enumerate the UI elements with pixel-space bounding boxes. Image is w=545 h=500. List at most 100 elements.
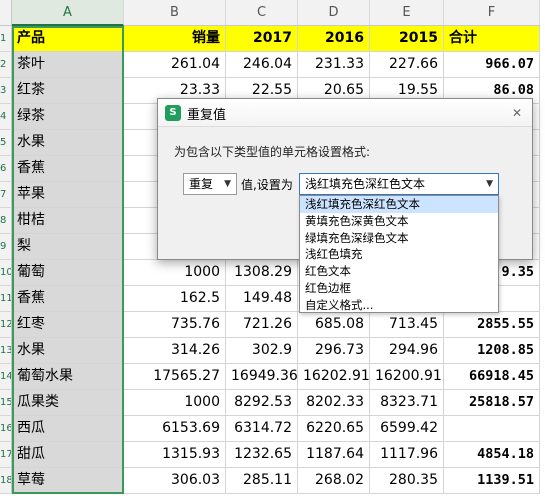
row-header[interactable]: 17 xyxy=(0,442,12,468)
table-cell[interactable]: 721.26 xyxy=(226,312,298,338)
table-cell[interactable]: 1139.51 xyxy=(444,468,540,494)
format-option[interactable]: 自定义格式... xyxy=(300,297,498,314)
table-cell[interactable]: 16949.36 xyxy=(226,364,298,390)
table-cell[interactable]: 2855.55 xyxy=(444,312,540,338)
table-cell[interactable]: 685.08 xyxy=(298,312,370,338)
row-header[interactable]: 4 xyxy=(0,104,12,130)
table-cell[interactable]: 268.02 xyxy=(298,468,370,494)
header-cell[interactable]: 2016 xyxy=(298,26,370,52)
row-header[interactable]: 1 xyxy=(0,26,12,52)
table-cell[interactable]: 水果 xyxy=(12,338,124,364)
table-cell[interactable]: 302.9 xyxy=(226,338,298,364)
row-header[interactable]: 10 xyxy=(0,260,12,286)
table-cell[interactable]: 1187.64 xyxy=(298,442,370,468)
table-cell[interactable]: 红茶 xyxy=(12,78,124,104)
row-header[interactable]: 8 xyxy=(0,208,12,234)
table-cell[interactable]: 261.04 xyxy=(124,52,226,78)
column-header[interactable]: D xyxy=(298,0,370,26)
table-cell[interactable]: 16200.91 xyxy=(370,364,444,390)
table-cell[interactable]: 苹果 xyxy=(12,182,124,208)
table-cell[interactable]: 280.35 xyxy=(370,468,444,494)
row-header[interactable]: 16 xyxy=(0,416,12,442)
format-option[interactable]: 红色文本 xyxy=(300,263,498,280)
table-cell[interactable]: 1315.93 xyxy=(124,442,226,468)
table-cell[interactable]: 水果 xyxy=(12,130,124,156)
table-cell[interactable]: 香蕉 xyxy=(12,286,124,312)
row-header[interactable]: 13 xyxy=(0,338,12,364)
table-cell[interactable]: 茶叶 xyxy=(12,52,124,78)
table-cell[interactable]: 294.96 xyxy=(370,338,444,364)
table-cell[interactable]: 香蕉 xyxy=(12,156,124,182)
table-cell[interactable]: 149.48 xyxy=(226,286,298,312)
table-cell[interactable]: 1000 xyxy=(124,390,226,416)
table-cell[interactable]: 6220.65 xyxy=(298,416,370,442)
header-cell[interactable]: 产品 xyxy=(12,26,124,52)
header-cell[interactable]: 销量 xyxy=(124,26,226,52)
close-icon[interactable]: ✕ xyxy=(508,104,526,122)
column-header[interactable]: E xyxy=(370,0,444,26)
row-header[interactable]: 7 xyxy=(0,182,12,208)
row-header[interactable]: 2 xyxy=(0,52,12,78)
table-cell[interactable]: 713.45 xyxy=(370,312,444,338)
table-cell[interactable]: 绿茶 xyxy=(12,104,124,130)
table-cell[interactable]: 西瓜 xyxy=(12,416,124,442)
column-header[interactable]: F xyxy=(444,0,540,26)
row-header[interactable]: 3 xyxy=(0,78,12,104)
table-cell[interactable]: 231.33 xyxy=(298,52,370,78)
table-cell[interactable]: 甜瓜 xyxy=(12,442,124,468)
table-cell[interactable]: 8292.53 xyxy=(226,390,298,416)
table-cell[interactable]: 25818.57 xyxy=(444,390,540,416)
table-cell[interactable]: 4854.18 xyxy=(444,442,540,468)
column-header[interactable]: A xyxy=(12,0,124,26)
table-cell[interactable]: 1208.85 xyxy=(444,338,540,364)
table-cell[interactable]: 瓜果类 xyxy=(12,390,124,416)
table-cell[interactable]: 1117.96 xyxy=(370,442,444,468)
select-all-corner[interactable] xyxy=(0,0,12,26)
format-option[interactable]: 红色边框 xyxy=(300,280,498,297)
table-cell[interactable]: 葡萄水果 xyxy=(12,364,124,390)
row-header[interactable]: 12 xyxy=(0,312,12,338)
table-cell[interactable]: 红枣 xyxy=(12,312,124,338)
row-header[interactable]: 9 xyxy=(0,234,12,260)
table-cell[interactable]: 8323.71 xyxy=(370,390,444,416)
table-cell[interactable]: 6314.72 xyxy=(226,416,298,442)
table-cell[interactable]: 6153.69 xyxy=(124,416,226,442)
table-cell[interactable]: 葡萄 xyxy=(12,260,124,286)
row-header[interactable]: 5 xyxy=(0,130,12,156)
table-cell[interactable]: 227.66 xyxy=(370,52,444,78)
table-cell[interactable]: 梨 xyxy=(12,234,124,260)
row-header[interactable]: 14 xyxy=(0,364,12,390)
table-cell[interactable]: 6599.42 xyxy=(370,416,444,442)
table-cell[interactable]: 66918.45 xyxy=(444,364,540,390)
table-cell[interactable]: 柑桔 xyxy=(12,208,124,234)
column-header[interactable]: C xyxy=(226,0,298,26)
format-select[interactable]: 浅红填充色深红色文本 ▼ xyxy=(299,173,499,195)
table-cell[interactable]: 8202.33 xyxy=(298,390,370,416)
format-option[interactable]: 浅红色填充 xyxy=(300,246,498,263)
table-cell[interactable]: 966.07 xyxy=(444,52,540,78)
table-cell[interactable]: 735.76 xyxy=(124,312,226,338)
table-cell[interactable]: 1308.29 xyxy=(226,260,298,286)
format-option[interactable]: 绿填充色深绿色文本 xyxy=(300,230,498,247)
table-cell[interactable]: 314.26 xyxy=(124,338,226,364)
row-header[interactable]: 6 xyxy=(0,156,12,182)
condition-select[interactable]: 重复 ▼ xyxy=(183,173,237,195)
format-option[interactable]: 浅红填充色深红色文本 xyxy=(300,196,498,213)
row-header[interactable]: 18 xyxy=(0,468,12,494)
dialog-titlebar[interactable]: S 重复值 ✕ xyxy=(158,99,532,127)
header-cell[interactable]: 合计 xyxy=(444,26,540,52)
format-option[interactable]: 黄填充色深黄色文本 xyxy=(300,213,498,230)
column-header[interactable]: B xyxy=(124,0,226,26)
table-cell[interactable]: 162.5 xyxy=(124,286,226,312)
table-cell[interactable]: 1000 xyxy=(124,260,226,286)
row-header[interactable]: 15 xyxy=(0,390,12,416)
table-cell[interactable]: 17565.27 xyxy=(124,364,226,390)
table-cell[interactable]: 296.73 xyxy=(298,338,370,364)
table-cell[interactable]: 246.04 xyxy=(226,52,298,78)
header-cell[interactable]: 2017 xyxy=(226,26,298,52)
row-header[interactable]: 11 xyxy=(0,286,12,312)
table-cell[interactable]: 1232.65 xyxy=(226,442,298,468)
table-cell[interactable]: 306.03 xyxy=(124,468,226,494)
table-cell[interactable] xyxy=(444,416,540,442)
header-cell[interactable]: 2015 xyxy=(370,26,444,52)
